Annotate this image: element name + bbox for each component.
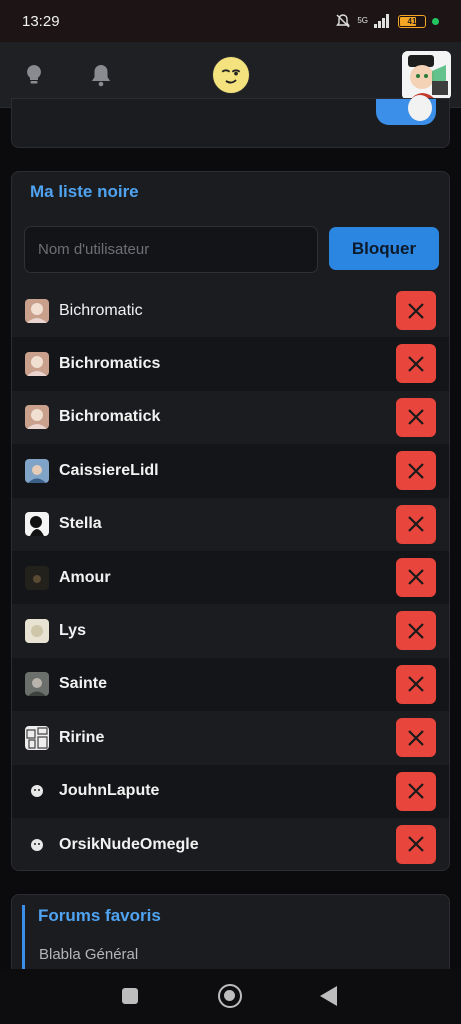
username-input[interactable] <box>24 226 318 273</box>
home-icon[interactable] <box>218 984 242 1008</box>
remove-button[interactable] <box>396 397 436 437</box>
username: Stella <box>59 515 102 533</box>
status-time: 13:29 <box>22 12 60 30</box>
remove-button[interactable] <box>396 664 436 704</box>
username: Ririne <box>59 728 105 746</box>
network-label: 5G <box>357 16 368 25</box>
username: Sainte <box>59 675 108 693</box>
close-icon <box>408 462 424 479</box>
smiley-logo-icon <box>221 69 241 84</box>
blacklist-title: Ma liste noire <box>30 182 139 201</box>
favorite-forum-link[interactable]: Blabla Général <box>39 946 138 963</box>
blocked-user-list: Bichromatic Bichromatics Bichromatick Ca… <box>12 284 449 870</box>
block-button[interactable]: Bloquer <box>329 227 439 270</box>
remove-button[interactable] <box>396 611 436 651</box>
remove-button[interactable] <box>396 718 436 758</box>
mute-bell-icon <box>336 14 351 28</box>
lightbulb-icon[interactable] <box>21 62 47 88</box>
favorites-title: Forums favoris <box>38 906 161 925</box>
username: JouhnLapute <box>59 782 160 800</box>
battery-icon: 41 <box>398 14 426 28</box>
settings-toggle[interactable] <box>376 95 436 125</box>
app-logo[interactable] <box>212 56 250 94</box>
avatar <box>25 352 49 377</box>
remove-button[interactable] <box>396 824 436 864</box>
close-icon <box>408 356 424 372</box>
signal-icon <box>374 14 389 28</box>
close-icon <box>408 409 424 426</box>
list-item: Bichromatics <box>12 337 449 391</box>
recents-icon[interactable] <box>122 988 138 1004</box>
list-item: Lys <box>12 604 449 658</box>
username: Amour <box>59 568 111 586</box>
system-nav-bar <box>0 969 461 1024</box>
avatar <box>25 672 49 697</box>
username: Bichromatick <box>59 408 161 426</box>
username: Lys <box>59 622 86 640</box>
status-bar: 13:29 5G 41 <box>0 0 461 42</box>
close-icon <box>408 623 424 639</box>
settings-card <box>11 95 450 148</box>
battery-level: 41 <box>407 16 417 26</box>
list-item: Bichromatick <box>12 390 449 445</box>
privacy-dot <box>432 17 439 25</box>
avatar <box>25 458 49 483</box>
username: CaissiereLidl <box>59 461 159 479</box>
close-icon <box>408 836 424 853</box>
remove-button[interactable] <box>396 451 436 491</box>
avatar <box>25 619 49 644</box>
list-item: Sainte <box>12 657 449 712</box>
list-item: Bichromatic <box>12 284 449 338</box>
list-item: Ririne <box>12 711 449 765</box>
close-icon <box>408 729 424 746</box>
profile-avatar[interactable] <box>402 51 451 100</box>
avatar <box>25 565 49 590</box>
close-icon <box>408 516 424 532</box>
remove-button[interactable] <box>396 504 436 544</box>
default-avatar-icon <box>25 779 49 803</box>
avatar <box>25 725 49 750</box>
avatar <box>25 512 49 537</box>
list-item: JouhnLapute <box>12 764 449 818</box>
avatar <box>25 298 49 323</box>
username: OrsikNudeOmegle <box>59 835 199 853</box>
close-icon <box>408 783 424 799</box>
list-item: Amour <box>12 550 449 605</box>
default-avatar-icon <box>25 833 49 857</box>
status-icons: 5G 41 <box>335 13 439 29</box>
bell-icon[interactable] <box>88 62 114 88</box>
remove-button[interactable] <box>396 344 436 384</box>
list-item: Stella <box>12 497 449 551</box>
list-item: OrsikNudeOmegle <box>12 817 449 870</box>
username: Bichromatic <box>59 301 143 319</box>
username: Bichromatics <box>59 355 161 373</box>
close-icon <box>408 676 424 693</box>
remove-button[interactable] <box>396 557 436 597</box>
close-icon <box>408 569 424 586</box>
avatar <box>25 405 49 430</box>
toggle-knob <box>408 95 432 121</box>
remove-button[interactable] <box>396 771 436 811</box>
blacklist-card: Ma liste noire Bloquer Bichromatic Bichr… <box>11 171 450 871</box>
remove-button[interactable] <box>396 291 436 330</box>
back-icon[interactable] <box>320 986 337 1006</box>
list-item: CaissiereLidl <box>12 444 449 498</box>
close-icon <box>408 302 424 319</box>
